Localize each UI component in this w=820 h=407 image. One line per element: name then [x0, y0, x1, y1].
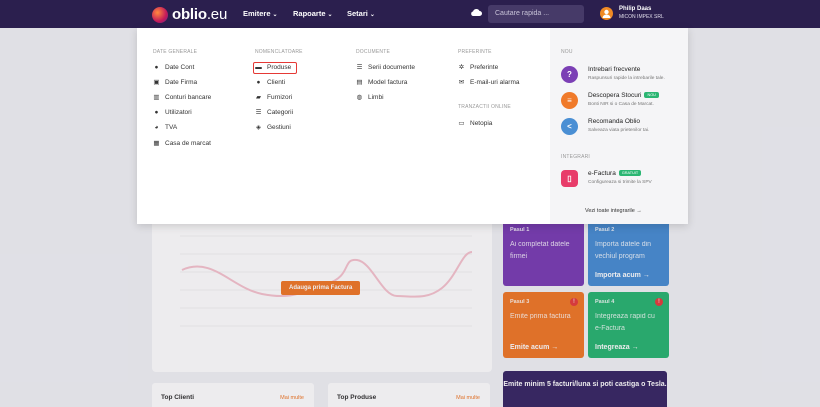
- menu-item-conturi-bancare[interactable]: ▥ Conturi bancare: [153, 94, 211, 101]
- chevron-down-icon: ⌄: [369, 12, 375, 18]
- nav-setari[interactable]: Setari ⌄: [347, 9, 375, 18]
- feature-desc: Configureaza si trimite la SPV: [588, 180, 652, 185]
- globe-icon: ◍: [356, 94, 363, 101]
- menu-item-model-factura[interactable]: ▤ Model factura: [356, 79, 407, 86]
- stack-icon: ≡: [561, 92, 578, 109]
- menu-item-label: Date Firma: [165, 79, 198, 86]
- layers-icon: ◈: [256, 124, 261, 131]
- menu-item-preferinte[interactable]: ✲ Preferinte: [458, 64, 498, 71]
- integration-efactura[interactable]: ▯ e-Factura GRATUIT Configureaza si trimit…: [561, 170, 652, 187]
- user-icon: ●: [154, 64, 159, 71]
- menu-item-label: Preferinte: [470, 64, 499, 71]
- nav-setari-label: Setari: [347, 9, 368, 18]
- brand-tld: .eu: [206, 6, 228, 23]
- question-icon: ?: [561, 66, 578, 83]
- menu-item-label: Model factura: [368, 79, 408, 86]
- top-navbar: oblio.eu Emitere ⌄ Rapoarte ⌄ Setari ⌄ Caut…: [0, 0, 820, 28]
- menu-item-label: Limbi: [368, 94, 384, 101]
- column-header-date-generale: DATE GENERALE: [153, 49, 198, 55]
- chevron-down-icon: ⌄: [327, 12, 333, 18]
- truck-icon: ▰: [256, 94, 261, 101]
- feature-desc: Raspunsuri rapide la intrebarile tale.: [588, 76, 665, 81]
- menu-item-label: Utilizatori: [165, 109, 192, 116]
- search-placeholder: Cautare rapida ...: [495, 10, 550, 17]
- menu-item-label: Casa de marcat: [165, 140, 211, 147]
- menu-item-netopia[interactable]: ▭ Netopia: [458, 120, 492, 127]
- oblio-logo[interactable]: oblio.eu: [152, 6, 227, 23]
- bank-icon: ▥: [153, 94, 160, 101]
- feature-desc: Bonti NIR si o Casa de Marcat.: [588, 102, 654, 107]
- feature-faq[interactable]: ? Intrebari frecvente Raspunsuri rapide l…: [561, 66, 665, 83]
- id-card-icon: ▣: [153, 79, 160, 86]
- menu-item-date-cont[interactable]: ● Date Cont: [153, 64, 195, 71]
- menu-item-label: Produse: [267, 64, 292, 71]
- chevron-down-icon: ⌄: [272, 12, 278, 18]
- column-header-documente: DOCUMENTE: [356, 49, 391, 55]
- nav-rapoarte[interactable]: Rapoarte ⌄: [293, 9, 333, 18]
- menu-item-email-alarma[interactable]: ✉ E-mail-uri alarma: [458, 79, 520, 86]
- document-icon: ▤: [356, 79, 363, 86]
- menu-item-furnizori[interactable]: ▰ Furnizori: [255, 94, 292, 101]
- see-all-integrations-link[interactable]: Vezi toate integrarile →: [585, 208, 642, 214]
- menu-item-produse[interactable]: ▬ Produse: [255, 64, 291, 71]
- menu-item-label: E-mail-uri alarma: [470, 79, 520, 86]
- menu-item-label: Gestiuni: [267, 124, 291, 131]
- feature-title: e-Factura: [588, 170, 616, 177]
- box-icon: ▬: [255, 64, 262, 71]
- column-header-tranzactii-online: TRANZACTII ONLINE: [458, 104, 511, 110]
- users-icon: ●: [154, 109, 159, 116]
- free-badge: GRATUIT: [618, 170, 642, 177]
- side-header-nou: NOU: [561, 49, 573, 55]
- menu-item-gestiuni[interactable]: ◈ Gestiuni: [255, 124, 291, 131]
- list-icon: ☰: [255, 109, 262, 116]
- pie-icon: ◕: [154, 124, 159, 131]
- cloud-icon[interactable]: [470, 8, 482, 17]
- list-icon: ☰: [356, 64, 363, 71]
- menu-item-serii-documente[interactable]: ☰ Serii documente: [356, 64, 415, 71]
- menu-item-label: Date Cont: [165, 64, 195, 71]
- menu-item-label: Categorii: [267, 109, 294, 116]
- column-header-nomenclatoare: NOMENCLATOARE: [255, 49, 303, 55]
- menu-item-label: Conturi bancare: [165, 94, 212, 101]
- menu-item-casa-de-marcat[interactable]: ▦ Casa de marcat: [153, 140, 211, 147]
- menu-item-clienti[interactable]: ● Clienti: [255, 79, 286, 86]
- menu-item-label: Clienti: [267, 79, 286, 86]
- logo-mark-icon: [152, 6, 168, 23]
- feature-recomanda[interactable]: < Recomanda Oblio Salveaza viata prieteni…: [561, 118, 649, 135]
- feature-title: Intrebari frecvente: [588, 66, 641, 73]
- side-header-integrari: INTEGRARI: [561, 154, 591, 160]
- person-icon: ●: [256, 79, 261, 86]
- new-badge: NOU: [644, 92, 659, 99]
- user-company: MICON IMPEX SRL: [619, 14, 664, 20]
- card-icon: ▭: [458, 120, 465, 127]
- menu-item-date-firma[interactable]: ▣ Date Firma: [153, 79, 197, 86]
- clipboard-icon: ▯: [561, 170, 578, 187]
- menu-item-categorii[interactable]: ☰ Categorii: [255, 109, 293, 116]
- column-header-preferinte: PREFERINTE: [458, 49, 492, 55]
- share-icon: <: [561, 118, 578, 135]
- user-name[interactable]: Philip Daas: [619, 6, 651, 12]
- menu-item-label: Serii documente: [368, 64, 415, 71]
- mail-icon: ✉: [458, 79, 465, 86]
- calculator-icon: ▦: [153, 140, 160, 147]
- feature-title: Descopera Stocuri: [588, 92, 642, 99]
- menu-item-label: TVA: [165, 124, 178, 131]
- menu-item-label: Netopia: [470, 120, 493, 127]
- avatar[interactable]: [600, 7, 613, 20]
- brand-name: oblio: [172, 6, 207, 23]
- nav-emitere-label: Emitere: [243, 9, 271, 18]
- menu-item-utilizatori[interactable]: ● Utilizatori: [153, 109, 192, 116]
- feature-desc: Salveaza viata prietenilor tai.: [588, 128, 650, 133]
- quick-search-input[interactable]: Cautare rapida ...: [488, 5, 584, 23]
- feature-title: Recomanda Oblio: [588, 118, 641, 125]
- nav-rapoarte-label: Rapoarte: [293, 9, 326, 18]
- menu-item-label: Furnizori: [267, 94, 293, 101]
- nav-emitere[interactable]: Emitere ⌄: [243, 9, 278, 18]
- menu-item-tva[interactable]: ◕ TVA: [153, 124, 178, 131]
- gear-icon: ✲: [458, 64, 465, 71]
- feature-stocuri[interactable]: ≡ Descopera Stocuri NOU Bonti NIR si o Cas…: [561, 92, 659, 109]
- menu-item-limbi[interactable]: ◍ Limbi: [356, 94, 384, 101]
- user-avatar-icon: [602, 9, 611, 18]
